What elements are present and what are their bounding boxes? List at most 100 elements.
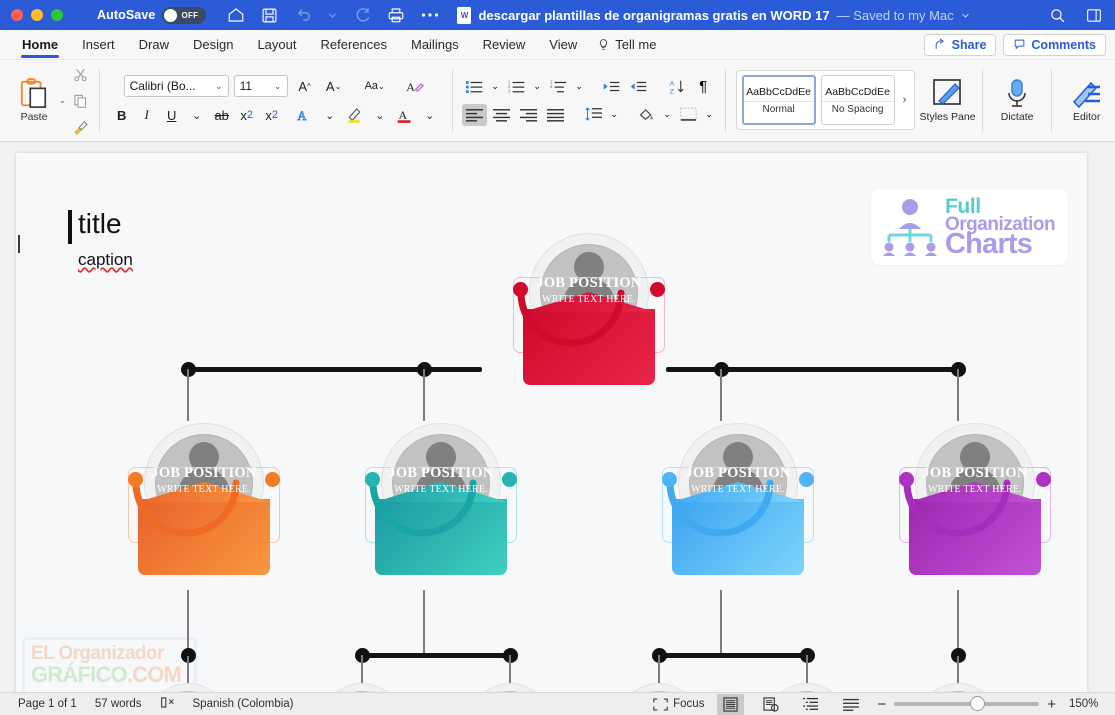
connector-stem [957, 656, 959, 686]
styles-pane-button[interactable]: Styles Pane [919, 60, 976, 141]
chevron-down-icon: ⌄ [274, 80, 282, 91]
increase-indent-button[interactable] [626, 76, 651, 98]
web-layout-view-button[interactable] [757, 694, 784, 715]
subscript-button[interactable]: x2 [235, 104, 259, 127]
zoom-slider[interactable]: − + [877, 696, 1056, 713]
tab-layout[interactable]: Layout [245, 30, 308, 60]
close-button[interactable] [11, 9, 23, 21]
tab-insert[interactable]: Insert [70, 30, 127, 60]
save-icon[interactable] [260, 6, 279, 25]
document-page[interactable]: title caption Full Organization Charts E… [16, 153, 1087, 713]
tab-home[interactable]: Home [10, 30, 70, 60]
search-icon[interactable] [1048, 6, 1067, 25]
bullet-chevron-down-icon[interactable]: ⌄ [489, 76, 502, 98]
tab-design[interactable]: Design [181, 30, 245, 60]
dictate-button[interactable]: Dictate [989, 60, 1046, 141]
show-formatting-button[interactable]: ¶ [691, 76, 716, 98]
change-case-button[interactable]: Aa ⌄ [363, 75, 387, 98]
draft-view-button[interactable] [837, 694, 864, 715]
sort-button[interactable]: AZ [664, 76, 689, 98]
borders-chevron-down-icon[interactable]: ⌄ [703, 104, 716, 126]
text-effects-chevron-down-icon[interactable]: ⌄ [318, 104, 342, 127]
more-icon[interactable] [420, 6, 439, 25]
zoom-level[interactable]: 150% [1069, 698, 1105, 710]
tell-me-button[interactable]: Tell me [589, 37, 656, 52]
proofing-errors-icon[interactable] [160, 696, 175, 712]
font-name-combo[interactable]: Calibri (Bo... ⌄ [123, 75, 229, 97]
format-painter-button[interactable] [69, 115, 93, 138]
font-color-button[interactable]: A [393, 104, 417, 127]
decrease-font-size-button[interactable]: A ⌄ [322, 75, 346, 98]
print-icon[interactable] [386, 6, 405, 25]
font-color-chevron-down-icon[interactable]: ⌄ [418, 104, 442, 127]
tab-references[interactable]: References [309, 30, 399, 60]
text-effects-button[interactable]: A [293, 104, 317, 127]
line-spacing-button[interactable] [581, 104, 606, 126]
copy-button[interactable] [69, 89, 93, 112]
autosave-toggle[interactable]: OFF [162, 6, 207, 24]
decrease-indent-button[interactable] [599, 76, 624, 98]
align-right-button[interactable] [516, 104, 541, 126]
zoom-out-button[interactable]: − [877, 696, 886, 713]
numbered-list-button[interactable]: 123 [504, 76, 529, 98]
focus-button[interactable]: Focus [653, 698, 704, 711]
styles-gallery-next-icon[interactable]: › [900, 94, 910, 106]
align-left-button[interactable] [461, 103, 487, 126]
underline-button[interactable]: U [160, 104, 184, 127]
style-normal[interactable]: AaBbCcDdEe Normal [741, 75, 816, 125]
tab-mailings[interactable]: Mailings [399, 30, 471, 60]
title-chevron-down-icon[interactable] [961, 11, 970, 20]
editor-button[interactable]: Editor [1058, 60, 1115, 141]
comments-button[interactable]: Comments [1003, 33, 1106, 56]
shading-chevron-down-icon[interactable]: ⌄ [661, 104, 674, 126]
multilevel-list-button[interactable]: 1a [546, 76, 571, 98]
web-layout-icon [763, 696, 779, 712]
increase-font-size-button[interactable]: A ^ [293, 75, 317, 98]
autosave-control[interactable]: AutoSave OFF [97, 6, 207, 24]
paste-button[interactable]: Paste [12, 78, 56, 123]
sidebar-toggle-icon[interactable] [1084, 6, 1103, 25]
underline-chevron-down-icon[interactable]: ⌄ [185, 104, 209, 127]
highlight-chevron-down-icon[interactable]: ⌄ [368, 104, 392, 127]
zoom-thumb[interactable] [970, 696, 986, 711]
document-title-area[interactable]: descargar plantillas de organigramas gra… [457, 6, 970, 24]
status-left: Page 1 of 1 57 words Spanish (Colombia) [0, 696, 294, 712]
share-button[interactable]: Share [923, 33, 997, 56]
multilevel-chevron-down-icon[interactable]: ⌄ [573, 76, 586, 98]
font-size-combo[interactable]: 11 ⌄ [233, 75, 288, 97]
highlight-button[interactable] [343, 104, 367, 127]
shading-button[interactable] [634, 104, 659, 126]
superscript-button[interactable]: x2 [260, 104, 284, 127]
undo-icon[interactable] [294, 6, 313, 25]
bold-button[interactable]: B [110, 104, 134, 127]
paste-chevron-down-icon[interactable]: ⌄ [59, 96, 66, 105]
strikethrough-button[interactable]: ab [210, 104, 234, 127]
tab-review[interactable]: Review [471, 30, 538, 60]
language-indicator[interactable]: Spanish (Colombia) [193, 698, 294, 710]
align-center-button[interactable] [489, 104, 514, 126]
zoom-track[interactable] [894, 696, 1040, 711]
minimize-button[interactable] [31, 9, 43, 21]
word-count[interactable]: 57 words [95, 698, 142, 710]
style-no-spacing[interactable]: AaBbCcDdEe No Spacing [820, 75, 895, 125]
print-layout-view-button[interactable] [717, 693, 745, 715]
justify-button[interactable] [543, 104, 568, 126]
italic-button[interactable]: I [135, 104, 159, 127]
clear-formatting-button[interactable]: A [404, 75, 428, 98]
home-icon[interactable] [226, 6, 245, 25]
cut-button[interactable] [69, 63, 93, 86]
zoom-in-button[interactable]: + [1047, 696, 1056, 713]
page-count[interactable]: Page 1 of 1 [18, 698, 77, 710]
justify-icon [546, 108, 564, 122]
tab-draw[interactable]: Draw [127, 30, 181, 60]
node-subtitle: WRITE TEXT HERE. [928, 484, 1022, 495]
numbered-chevron-down-icon[interactable]: ⌄ [531, 76, 544, 98]
borders-button[interactable] [676, 104, 701, 126]
redo-icon[interactable] [352, 6, 371, 25]
bullet-list-button[interactable] [462, 76, 487, 98]
tab-view[interactable]: View [537, 30, 589, 60]
undo-chevron-icon[interactable] [328, 6, 337, 25]
outline-view-button[interactable] [797, 694, 824, 715]
maximize-button[interactable] [51, 9, 63, 21]
line-spacing-chevron-down-icon[interactable]: ⌄ [608, 104, 621, 126]
